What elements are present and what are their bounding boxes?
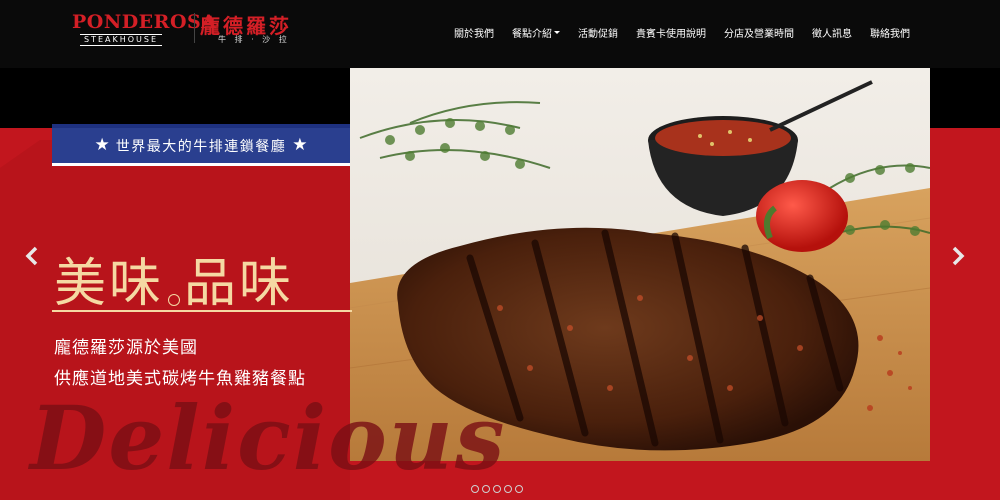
carousel-dot[interactable] <box>482 485 490 493</box>
site-header: PONDEROSA STEAKHOUSE 龐德羅莎 牛 排 · 沙 拉 關於我們… <box>0 0 1000 68</box>
hero-carousel: ★ 世界最大的牛排連鎖餐廳 ★ 美味 品味 龐德羅莎源於美國 供應道地美式碳烤牛… <box>0 68 1000 500</box>
tagline-text: 世界最大的牛排連鎖餐廳 <box>115 138 287 155</box>
logo-subtext-en: STEAKHOUSE <box>80 34 163 46</box>
chevron-left-icon <box>25 246 38 266</box>
nav-label: 關於我們 <box>454 29 494 40</box>
carousel-next-button[interactable] <box>948 244 968 268</box>
nav-item-about[interactable]: 關於我們 <box>454 25 494 40</box>
headline-left: 美味 <box>54 254 165 314</box>
nav-label: 活動促銷 <box>578 29 618 40</box>
headline-right: 品味 <box>184 254 295 314</box>
nav-item-menu[interactable]: 餐點介紹 <box>512 25 560 40</box>
tagline-banner: ★ 世界最大的牛排連鎖餐廳 ★ <box>52 124 350 166</box>
nav-item-promotions[interactable]: 活動促銷 <box>578 25 618 40</box>
carousel-prev-button[interactable] <box>22 244 42 268</box>
brand-logo[interactable]: PONDEROSA STEAKHOUSE 龐德羅莎 牛 排 · 沙 拉 <box>72 11 312 46</box>
nav-label: 餐點介紹 <box>512 29 552 40</box>
caret-down-icon <box>554 31 560 34</box>
star-icon: ★ <box>292 135 308 155</box>
carousel-dot[interactable] <box>493 485 501 493</box>
headline-dot <box>168 294 181 306</box>
nav-item-careers[interactable]: 徵人訊息 <box>812 25 852 40</box>
nav-label: 分店及營業時間 <box>724 29 794 40</box>
main-nav: 關於我們 餐點介紹 活動促銷 貴賓卡使用說明 分店及營業時間 徵人訊息 聯絡我們 <box>454 25 910 40</box>
script-watermark: Delicious <box>30 386 507 490</box>
logo-divider <box>194 13 195 43</box>
nav-item-contact[interactable]: 聯絡我們 <box>870 25 910 40</box>
nav-label: 貴賓卡使用說明 <box>636 29 706 40</box>
chevron-right-icon <box>952 246 965 266</box>
nav-label: 徵人訊息 <box>812 29 852 40</box>
carousel-dot[interactable] <box>471 485 479 493</box>
description-line: 龐德羅莎源於美國 <box>54 338 198 358</box>
logo-subtext-cn: 牛 排 · 沙 拉 <box>218 35 290 44</box>
carousel-dot[interactable] <box>504 485 512 493</box>
carousel-dot[interactable] <box>515 485 523 493</box>
hero-headline: 美味 品味 <box>54 234 354 310</box>
carousel-indicators <box>471 485 523 493</box>
star-icon: ★ <box>94 135 110 155</box>
headline-underline <box>52 310 352 312</box>
nav-label: 聯絡我們 <box>870 29 910 40</box>
nav-item-locations[interactable]: 分店及營業時間 <box>724 25 794 40</box>
nav-item-vip-card[interactable]: 貴賓卡使用說明 <box>636 25 706 40</box>
